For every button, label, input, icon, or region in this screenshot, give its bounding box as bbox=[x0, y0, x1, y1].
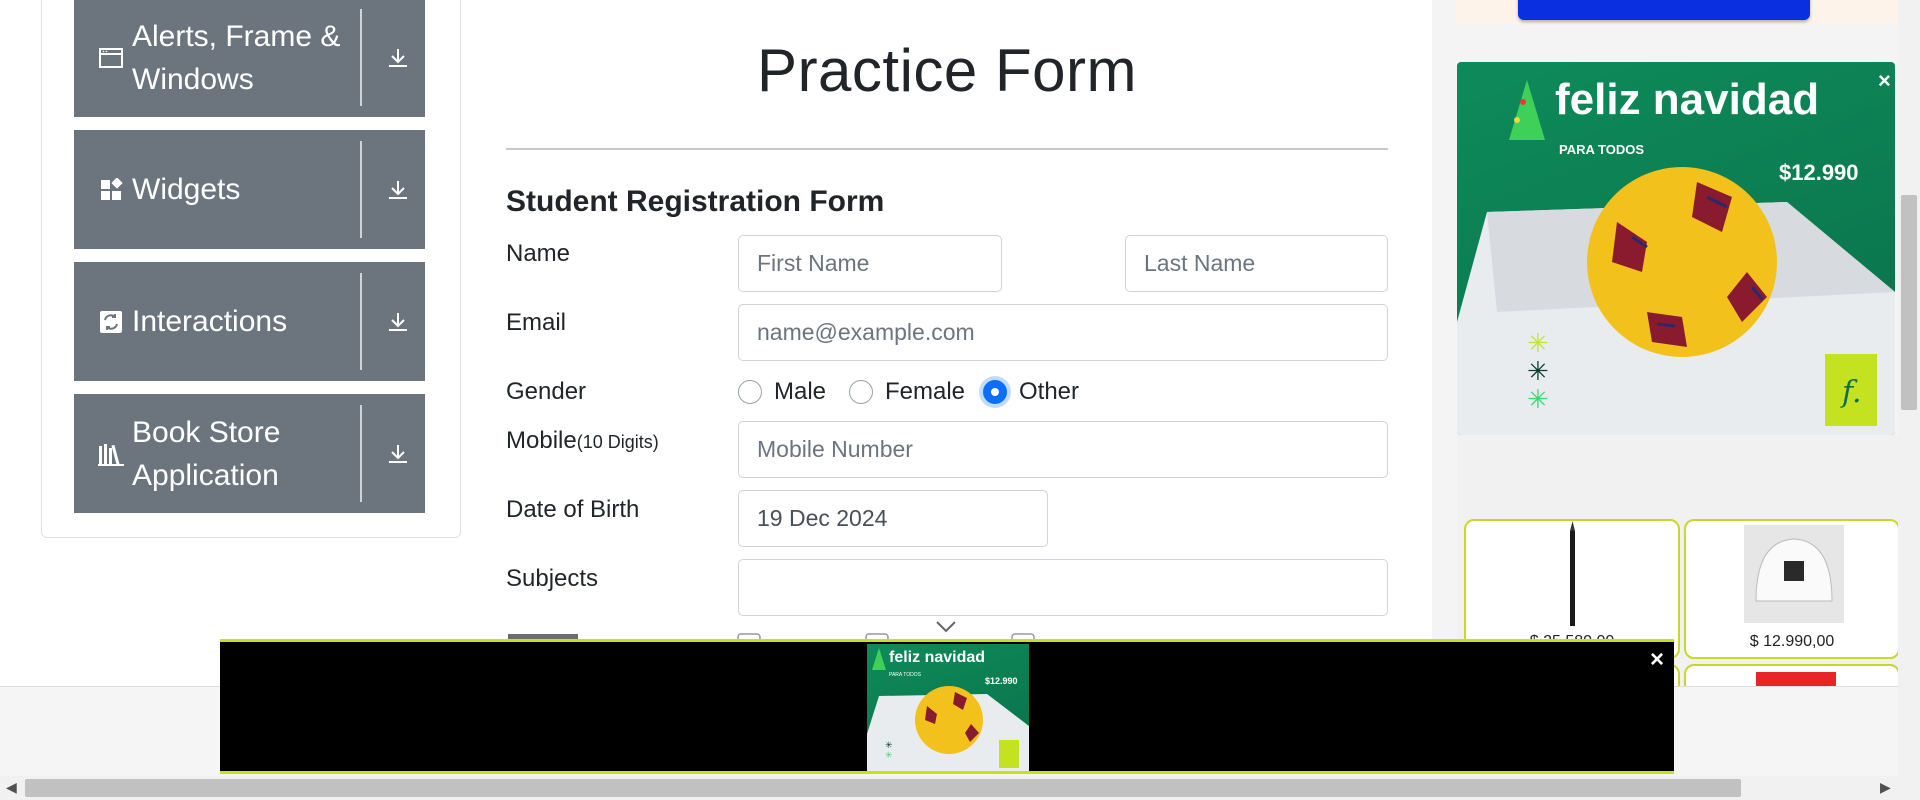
ad-price: $12.990 bbox=[985, 676, 1018, 686]
divider bbox=[360, 141, 362, 238]
email-input[interactable]: name@example.com bbox=[738, 304, 1388, 361]
close-icon[interactable]: × bbox=[1878, 68, 1891, 94]
ad-subheadline: PARA TODOS bbox=[889, 672, 922, 678]
divider bbox=[360, 9, 362, 106]
sidebar-item-interactions[interactable]: Interactions bbox=[74, 262, 425, 381]
gender-label: Gender bbox=[506, 378, 587, 405]
form-heading: Student Registration Form bbox=[506, 185, 885, 218]
widgets-icon bbox=[98, 177, 124, 203]
ad-thumbnail[interactable]: feliz navidad PARA TODOS $12.990 ✳ ✳ bbox=[867, 644, 1029, 771]
radio-circle-selected[interactable] bbox=[983, 380, 1007, 404]
ad-cta-button[interactable] bbox=[1518, 0, 1810, 20]
product-price: $ 12.990,00 bbox=[1749, 633, 1835, 650]
sidebar-item-book-store-application[interactable]: Book Store Application bbox=[74, 394, 425, 513]
download-icon[interactable] bbox=[370, 130, 425, 249]
svg-text:✳: ✳ bbox=[1527, 385, 1549, 415]
horizontal-scrollbar-thumb[interactable] bbox=[25, 779, 1741, 797]
mobile-hint: (10 Digits) bbox=[576, 432, 659, 452]
product-card[interactable]: $ 25.580,00 bbox=[1464, 519, 1680, 659]
svg-text:f.: f. bbox=[1840, 375, 1862, 410]
divider bbox=[360, 273, 362, 370]
product-card[interactable]: $ 12.990,00 bbox=[1684, 519, 1900, 659]
download-icon[interactable] bbox=[370, 394, 425, 513]
scroll-right-arrow-icon[interactable]: ▶ bbox=[1880, 779, 1891, 796]
first-name-input[interactable]: First Name bbox=[738, 235, 1002, 292]
window-icon bbox=[98, 45, 124, 71]
sidebar-item-label: Interactions bbox=[132, 305, 288, 338]
download-icon[interactable] bbox=[370, 0, 425, 117]
sidebar-item-label: Alerts, Frame & Windows bbox=[132, 19, 341, 96]
ad-headline: feliz navidad bbox=[889, 649, 985, 666]
page: Alerts, Frame & Windows Widgets Interact… bbox=[0, 0, 1920, 800]
mobile-input[interactable]: Mobile Number bbox=[738, 421, 1388, 478]
subjects-label: Subjects bbox=[506, 565, 599, 592]
ad-banner[interactable]: feliz navidad PARA TODOS $12.990 ✳ ✳ ✳ f… bbox=[1457, 62, 1895, 435]
interactions-icon bbox=[98, 309, 124, 335]
mobile-label: Mobile(10 Digits) bbox=[506, 427, 659, 455]
gender-radio-female[interactable]: Female bbox=[849, 378, 965, 406]
radio-circle[interactable] bbox=[849, 380, 873, 404]
books-icon bbox=[98, 441, 124, 467]
radio-circle[interactable] bbox=[738, 380, 762, 404]
divider bbox=[360, 405, 362, 502]
radio-label: Female bbox=[885, 378, 966, 405]
ad-subheadline: PARA TODOS bbox=[1559, 142, 1644, 157]
sidebar-item-label: Widgets bbox=[132, 173, 241, 206]
radio-label: Male bbox=[774, 378, 827, 405]
close-icon[interactable]: × bbox=[1650, 646, 1664, 674]
ad-headline: feliz navidad bbox=[1555, 75, 1819, 124]
page-title: Practice Form bbox=[757, 37, 1137, 104]
sidebar-item-label: Book Store Application bbox=[132, 415, 281, 492]
subjects-input[interactable] bbox=[738, 559, 1388, 616]
download-icon[interactable] bbox=[370, 262, 425, 381]
scroll-left-arrow-icon[interactable]: ◀ bbox=[6, 779, 17, 796]
sidebar-item-alerts-frame-windows[interactable]: Alerts, Frame & Windows bbox=[74, 0, 425, 117]
vertical-scrollbar-thumb[interactable] bbox=[1901, 195, 1917, 410]
svg-text:✳: ✳ bbox=[1527, 357, 1549, 387]
ad-price: $12.990 bbox=[1779, 160, 1859, 185]
svg-text:✳: ✳ bbox=[885, 751, 893, 761]
name-label: Name bbox=[506, 240, 571, 267]
sidebar-item-widgets[interactable]: Widgets bbox=[74, 130, 425, 249]
svg-text:✳: ✳ bbox=[1527, 329, 1549, 359]
bottom-ad-banner[interactable]: feliz navidad PARA TODOS $12.990 ✳ ✳ × bbox=[220, 639, 1674, 774]
gender-radio-other[interactable]: Other bbox=[983, 378, 1079, 406]
last-name-input[interactable]: Last Name bbox=[1125, 235, 1388, 292]
radio-label: Other bbox=[1019, 378, 1080, 405]
email-label: Email bbox=[506, 309, 567, 336]
dob-label: Date of Birth bbox=[506, 496, 640, 523]
dob-input[interactable]: 19 Dec 2024 bbox=[738, 490, 1048, 547]
svg-text:✳: ✳ bbox=[885, 741, 893, 751]
divider bbox=[506, 148, 1388, 150]
mobile-label-text: Mobile bbox=[506, 427, 577, 454]
gender-radio-male[interactable]: Male bbox=[738, 378, 826, 406]
